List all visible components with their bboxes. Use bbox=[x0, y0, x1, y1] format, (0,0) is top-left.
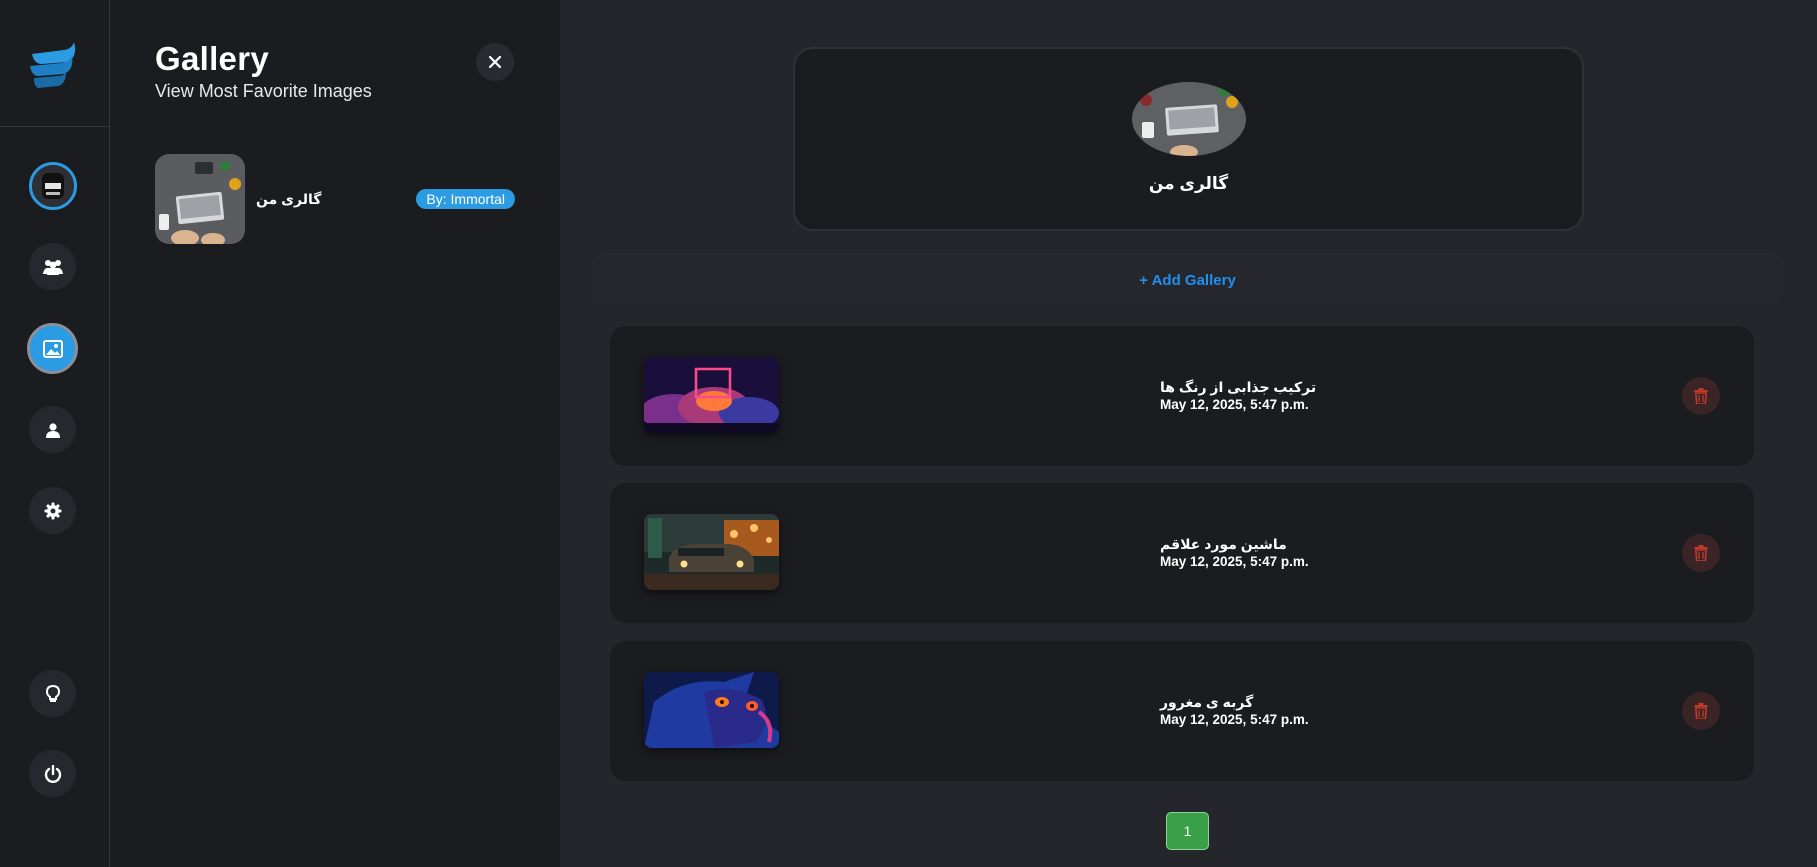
neon-cloud-image bbox=[644, 357, 779, 433]
image-date: May 12, 2025, 5:47 p.m. bbox=[1160, 554, 1309, 569]
car-night-image bbox=[644, 514, 779, 590]
user-avatar[interactable] bbox=[29, 162, 77, 210]
lightbulb-icon bbox=[45, 684, 60, 702]
panel-title: Gallery bbox=[155, 40, 270, 77]
gallery-cover bbox=[1132, 82, 1246, 156]
user-icon bbox=[45, 422, 60, 438]
image-title: ماشین مورد علاقم bbox=[1160, 536, 1287, 552]
avatar-image bbox=[32, 165, 74, 207]
add-gallery-button[interactable]: + Add Gallery bbox=[591, 255, 1784, 305]
image-row: گربه ی مغرور May 12, 2025, 5:47 p.m. bbox=[610, 641, 1754, 781]
image-title: گربه ی مغرور bbox=[1160, 694, 1254, 710]
profile-button[interactable] bbox=[29, 406, 76, 453]
gallery-list-item[interactable]: گالری من By: Immortal bbox=[155, 153, 515, 245]
author-badge: By: Immortal bbox=[416, 189, 515, 209]
settings-button[interactable] bbox=[29, 487, 76, 534]
gallery-header-card: گالری من bbox=[793, 47, 1584, 231]
theme-button[interactable] bbox=[29, 670, 76, 717]
gear-icon bbox=[44, 502, 61, 519]
image-row: ماشین مورد علاقم May 12, 2025, 5:47 p.m. bbox=[610, 483, 1754, 623]
logo-area bbox=[0, 0, 109, 127]
close-icon bbox=[488, 55, 502, 69]
power-icon bbox=[44, 764, 61, 783]
panel-subtitle: View Most Favorite Images bbox=[155, 81, 372, 101]
pagination-page-1[interactable]: 1 bbox=[1166, 812, 1209, 850]
users-button[interactable] bbox=[29, 243, 76, 290]
image-thumbnail[interactable] bbox=[644, 357, 779, 433]
image-date: May 12, 2025, 5:47 p.m. bbox=[1160, 712, 1309, 727]
image-thumbnail[interactable] bbox=[644, 514, 779, 590]
image-row: ترکیب جذابی از رنگ ها May 12, 2025, 5:47… bbox=[610, 326, 1754, 466]
trash-icon bbox=[1694, 703, 1708, 719]
delete-button[interactable] bbox=[1682, 692, 1720, 730]
gallery-title: گالری من bbox=[1148, 174, 1229, 193]
laptop-desk-image bbox=[1132, 82, 1246, 156]
delete-button[interactable] bbox=[1682, 534, 1720, 572]
blue-cat-image bbox=[644, 672, 779, 748]
gallery-button[interactable] bbox=[27, 323, 78, 374]
gallery-thumbnail bbox=[155, 154, 245, 244]
logout-button[interactable] bbox=[29, 750, 76, 797]
icon-rail bbox=[0, 0, 110, 867]
main-content: گالری من + Add Gallery ترکیب جذابی از رن… bbox=[560, 0, 1817, 867]
image-date: May 12, 2025, 5:47 p.m. bbox=[1160, 397, 1309, 412]
image-icon bbox=[42, 339, 63, 358]
app-logo[interactable] bbox=[28, 42, 78, 88]
gallery-panel: Gallery View Most Favorite Images گالری … bbox=[110, 0, 560, 867]
laptop-desk-image bbox=[155, 154, 245, 244]
delete-button[interactable] bbox=[1682, 377, 1720, 415]
close-panel-button[interactable] bbox=[476, 43, 514, 81]
trash-icon bbox=[1694, 545, 1708, 561]
image-title: ترکیب جذابی از رنگ ها bbox=[1160, 379, 1317, 395]
image-thumbnail[interactable] bbox=[644, 672, 779, 748]
users-icon bbox=[42, 259, 63, 275]
gallery-name: گالری من bbox=[256, 190, 322, 207]
trash-icon bbox=[1694, 388, 1708, 404]
